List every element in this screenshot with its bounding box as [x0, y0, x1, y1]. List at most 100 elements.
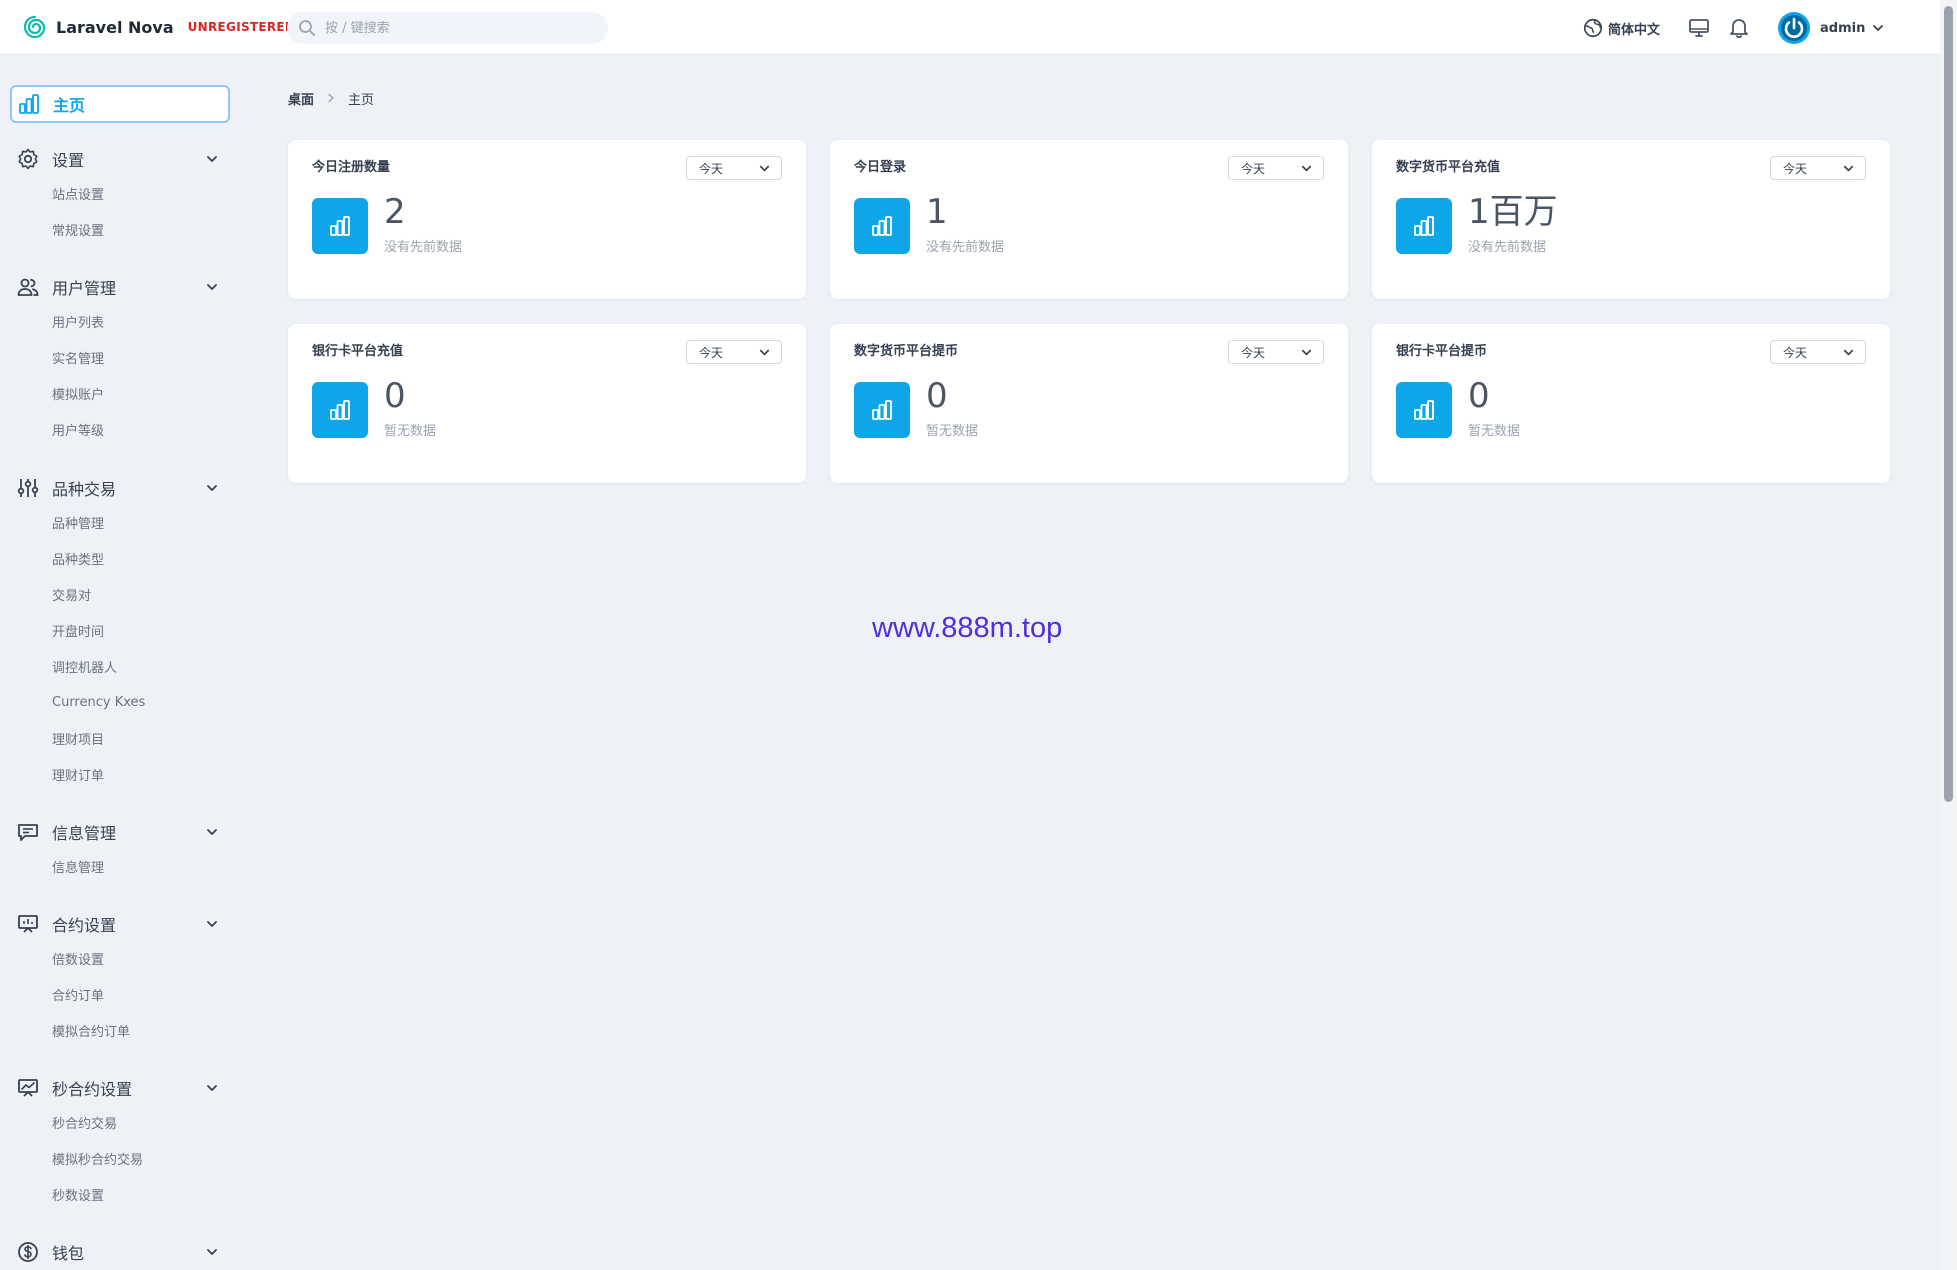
sidebar-group-trading[interactable]: 品种交易	[0, 472, 240, 504]
avatar	[1778, 12, 1810, 44]
bar-chart-icon	[330, 216, 350, 236]
metric-card: 今日注册数量 今天 2 没有先前数据	[288, 140, 806, 299]
sidebar-item-demo-contract-orders[interactable]: 模拟合约订单	[0, 1012, 240, 1048]
metric-value: 1百万	[1468, 192, 1558, 232]
sidebar-group-label: 用户管理	[52, 279, 117, 298]
bar-chart-icon	[1414, 400, 1434, 420]
sidebar-group-users[interactable]: 用户管理	[0, 271, 240, 303]
chevron-down-icon	[207, 156, 217, 162]
sidebar-group-label: 秒合约设置	[52, 1080, 133, 1099]
dollar-icon	[18, 1242, 38, 1262]
watermark-text: www.888m.top	[872, 612, 1063, 644]
chevron-down-icon	[207, 921, 217, 927]
bar-chart-icon	[872, 216, 892, 236]
sidebar-group-label: 信息管理	[52, 824, 117, 843]
metric-title: 银行卡平台提币	[1396, 344, 1488, 359]
sidebar-item-user-levels[interactable]: 用户等级	[0, 411, 240, 447]
user-name: admin	[1820, 20, 1866, 36]
sidebar-group-label: 合约设置	[52, 916, 117, 935]
sidebar-item-verification[interactable]: 实名管理	[0, 339, 240, 375]
sidebar-item-contract-orders[interactable]: 合约订单	[0, 976, 240, 1012]
scrollbar-thumb[interactable]	[1944, 6, 1953, 802]
bar-chart-icon	[1414, 216, 1434, 236]
search-icon	[299, 20, 315, 36]
unregistered-badge: UNREGISTERED	[187, 20, 296, 34]
gear-icon	[18, 148, 38, 170]
sidebar-item-opening-hours[interactable]: 开盘时间	[0, 612, 240, 648]
range-select-value: 今天	[1783, 345, 1808, 360]
metric-note: 暂无数据	[1468, 424, 1521, 439]
range-select[interactable]: 今天	[1228, 156, 1324, 180]
brand[interactable]: Laravel Nova UNREGISTERED	[22, 14, 295, 40]
language-label: 简体中文	[1608, 22, 1661, 38]
range-select[interactable]: 今天	[686, 156, 782, 180]
page-scrollbar[interactable]	[1940, 0, 1957, 1270]
language-switcher[interactable]: 简体中文	[1582, 16, 1660, 40]
metric-icon-box	[1396, 198, 1452, 254]
desktop-icon[interactable]	[1686, 15, 1712, 41]
sidebar-item-finance-projects[interactable]: 理财项目	[0, 720, 240, 756]
sidebar-item-home[interactable]: 主页	[10, 85, 230, 123]
sidebar-item-demo-second-contract-trading[interactable]: 模拟秒合约交易	[0, 1140, 240, 1176]
metric-note: 没有先前数据	[384, 240, 463, 255]
user-menu[interactable]: admin	[1778, 12, 1885, 44]
range-select[interactable]: 今天	[1770, 340, 1866, 364]
sidebar-group-contracts[interactable]: 合约设置	[0, 908, 240, 940]
message-icon	[18, 824, 38, 841]
sidebar-item-product-types[interactable]: 品种类型	[0, 540, 240, 576]
metric-card: 数字货币平台充值 今天 1百万 没有先前数据	[1372, 140, 1890, 299]
sidebar-item-general-settings[interactable]: 常规设置	[0, 211, 240, 247]
metric-card: 数字货币平台提币 今天 0 暂无数据	[830, 324, 1348, 483]
sidebar-group-label: 钱包	[52, 1244, 85, 1263]
chevron-down-icon	[759, 165, 770, 172]
sidebar-item-user-list[interactable]: 用户列表	[0, 303, 240, 339]
globe-icon	[1583, 18, 1603, 38]
sidebar-section-contracts: 合约设置 倍数设置 合约订单 模拟合约订单	[0, 908, 240, 1048]
metric-value: 0	[1468, 376, 1490, 416]
sidebar-group-settings[interactable]: 设置	[0, 143, 240, 175]
metric-note: 暂无数据	[384, 424, 437, 439]
sidebar-item-product-management[interactable]: 品种管理	[0, 504, 240, 540]
sliders-icon	[17, 479, 39, 497]
sidebar-item-site-settings[interactable]: 站点设置	[0, 175, 240, 211]
metric-icon-box	[854, 198, 910, 254]
search-input[interactable]	[325, 20, 585, 36]
metric-card: 银行卡平台提币 今天 0 暂无数据	[1372, 324, 1890, 483]
breadcrumb-current: 主页	[348, 92, 375, 108]
sidebar-item-currency-kxes[interactable]: Currency Kxes	[0, 684, 240, 720]
sidebar: 主页 设置 站点设置 常规设置 用户管理 用户列表 实名管理 模拟账户 用户等级…	[0, 56, 250, 1270]
range-select[interactable]: 今天	[1770, 156, 1866, 180]
sidebar-item-seconds-settings[interactable]: 秒数设置	[0, 1176, 240, 1212]
breadcrumb-root[interactable]: 桌面	[288, 89, 314, 108]
sidebar-item-trading-pairs[interactable]: 交易对	[0, 576, 240, 612]
sidebar-section-trading: 品种交易 品种管理 品种类型 交易对 开盘时间 调控机器人 Currency K…	[0, 472, 240, 792]
top-navbar: Laravel Nova UNREGISTERED 简体中文	[0, 0, 1940, 55]
sidebar-item-multiplier-settings[interactable]: 倍数设置	[0, 940, 240, 976]
sidebar-group-second-contracts[interactable]: 秒合约设置	[0, 1072, 240, 1104]
sidebar-group-label: 品种交易	[52, 480, 117, 499]
metric-note: 暂无数据	[926, 424, 979, 439]
bell-icon[interactable]	[1726, 15, 1752, 41]
sidebar-item-finance-orders[interactable]: 理财订单	[0, 756, 240, 792]
metric-card: 今日登录 今天 1 没有先前数据	[830, 140, 1348, 299]
users-icon	[17, 278, 39, 296]
range-select[interactable]: 今天	[686, 340, 782, 364]
metric-value: 1	[926, 192, 948, 232]
sidebar-item-control-robot[interactable]: 调控机器人	[0, 648, 240, 684]
metric-title: 今日注册数量	[312, 160, 391, 175]
chevron-down-icon	[207, 1249, 217, 1255]
sidebar-group-wallet[interactable]: 钱包	[0, 1236, 240, 1268]
chevron-down-icon	[759, 349, 770, 356]
metric-title: 数字货币平台充值	[1396, 160, 1501, 175]
range-select[interactable]: 今天	[1228, 340, 1324, 364]
sidebar-item-message-management[interactable]: 信息管理	[0, 848, 240, 884]
sidebar-group-messages[interactable]: 信息管理	[0, 816, 240, 848]
chevron-down-icon	[1301, 165, 1312, 172]
sidebar-group-label: 设置	[52, 151, 85, 170]
chevron-down-icon	[207, 829, 217, 835]
range-select-value: 今天	[699, 161, 724, 176]
global-search[interactable]	[287, 12, 608, 44]
range-select-value: 今天	[1241, 345, 1266, 360]
sidebar-item-demo-accounts[interactable]: 模拟账户	[0, 375, 240, 411]
sidebar-item-second-contract-trading[interactable]: 秒合约交易	[0, 1104, 240, 1140]
